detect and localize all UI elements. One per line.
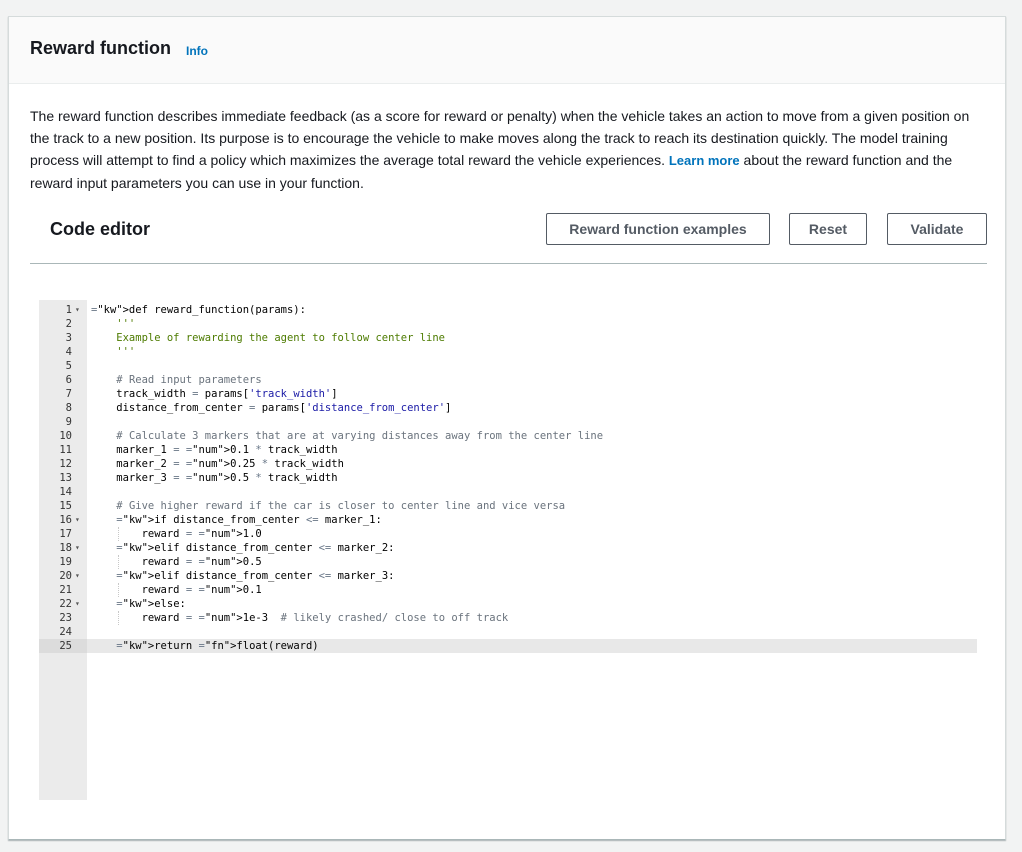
code-line[interactable]: 15 # Give higher reward if the car is cl… xyxy=(39,499,977,513)
code-line[interactable]: 7 track_width = params['track_width'] xyxy=(39,387,977,401)
line-number: 2 xyxy=(65,318,72,330)
line-number: 10 xyxy=(59,430,72,442)
code-line[interactable]: 5 xyxy=(39,359,977,373)
indent-guide xyxy=(118,555,119,569)
validate-button[interactable]: Validate xyxy=(887,213,987,245)
line-number: 13 xyxy=(59,472,72,484)
panel-header: Reward function Info xyxy=(9,17,1005,84)
line-number: 21 xyxy=(59,584,72,596)
code-text: # Read input parameters xyxy=(116,374,262,386)
code-text: reward = ="num">0.1 xyxy=(91,584,262,596)
code-text: reward = ="num">0.5 xyxy=(91,556,262,568)
line-number: 19 xyxy=(59,556,72,568)
code-text: track_width = params['track_width'] xyxy=(91,388,338,400)
line-number: 17 xyxy=(59,528,72,540)
panel-title: Reward function xyxy=(30,38,172,58)
code-line[interactable]: 14 xyxy=(39,485,977,499)
code-line[interactable]: 18 ▾ ="kw">elif distance_from_center <= m… xyxy=(39,541,977,555)
code-line[interactable]: 9 xyxy=(39,415,977,429)
code-text: ="kw">def reward_function(params): xyxy=(91,304,306,316)
indent-guide xyxy=(118,583,119,597)
code-line[interactable]: 8 distance_from_center = params['distanc… xyxy=(39,401,977,415)
reset-button[interactable]: Reset xyxy=(789,213,867,245)
code-line[interactable]: 21 reward = ="num">0.1 xyxy=(39,583,977,597)
learn-more-link[interactable]: Learn more xyxy=(669,153,740,168)
code-text: # Calculate 3 markers that are at varyin… xyxy=(116,430,604,442)
code-text: ''' xyxy=(91,346,136,358)
line-number: 25 xyxy=(39,639,87,653)
line-number: 20 xyxy=(59,570,72,582)
code-line[interactable]: 19 reward = ="num">0.5 xyxy=(39,555,977,569)
line-number: 12 xyxy=(59,458,72,470)
line-number: 8 xyxy=(65,402,72,414)
line-number: 23 xyxy=(59,612,72,624)
code-text: reward = ="num">1.0 xyxy=(91,528,262,540)
code-text: ="kw">else: xyxy=(116,598,186,610)
line-number: 11 xyxy=(59,444,72,456)
line-number: 5 xyxy=(65,360,72,372)
code-text: Example of rewarding the agent to follow… xyxy=(91,332,446,344)
line-number: 14 xyxy=(59,486,72,498)
reward-function-description: The reward function describes immediate … xyxy=(30,105,985,194)
fold-toggle-icon[interactable]: ▾ xyxy=(75,597,80,611)
line-number: 1 xyxy=(65,304,72,316)
code-text: marker_2 = ="num">0.25 * track_width xyxy=(91,458,344,470)
code-text: marker_1 = ="num">0.1 * track_width xyxy=(91,444,338,456)
code-line[interactable]: 3 Example of rewarding the agent to foll… xyxy=(39,331,977,345)
code-line[interactable]: 17 reward = ="num">1.0 xyxy=(39,527,977,541)
line-number: 24 xyxy=(59,626,72,638)
code-text: ="kw">elif distance_from_center <= marke… xyxy=(116,542,395,554)
indent-guide xyxy=(118,527,119,541)
line-number: 16 xyxy=(59,514,72,526)
code-text: ="kw">return ="fn">float(reward) xyxy=(116,640,319,652)
code-text: distance_from_center = params['distance_… xyxy=(91,402,452,414)
code-text: ="kw">elif distance_from_center <= marke… xyxy=(116,570,395,582)
fold-toggle-icon[interactable]: ▾ xyxy=(75,513,80,527)
info-link[interactable]: Info xyxy=(186,44,208,58)
code-editor-title: Code editor xyxy=(50,219,151,239)
reward-function-panel: Reward function Info The reward function… xyxy=(8,16,1006,840)
code-line[interactable]: 25 ="kw">return ="fn">float(reward) xyxy=(39,639,977,653)
code-line[interactable]: 12 marker_2 = ="num">0.25 * track_width xyxy=(39,457,977,471)
line-number: 18 xyxy=(59,542,72,554)
reward-function-examples-button[interactable]: Reward function examples xyxy=(546,213,770,245)
line-number: 7 xyxy=(65,388,72,400)
code-text: ''' xyxy=(91,318,136,330)
code-line[interactable]: 6 # Read input parameters xyxy=(39,373,977,387)
code-line[interactable]: 20 ▾ ="kw">elif distance_from_center <= m… xyxy=(39,569,977,583)
code-line[interactable]: 2 ''' xyxy=(39,317,977,331)
code-text: ="kw">if distance_from_center <= marker_… xyxy=(116,514,382,526)
divider xyxy=(30,263,987,264)
code-editor[interactable]: 1 ▾ ="kw">def reward_function(params): 2 ''… xyxy=(39,300,977,800)
line-number: 4 xyxy=(65,346,72,358)
code-line[interactable]: 16 ▾ ="kw">if distance_from_center <= mar… xyxy=(39,513,977,527)
line-number: 3 xyxy=(65,332,72,344)
line-number: 22 xyxy=(59,598,72,610)
code-line[interactable]: 24 xyxy=(39,625,977,639)
fold-toggle-icon[interactable]: ▾ xyxy=(75,541,80,555)
code-text: reward = ="num">1e-3 # likely crashed/ c… xyxy=(91,612,509,624)
code-line[interactable]: 4 ''' xyxy=(39,345,977,359)
code-line[interactable]: 13 marker_3 = ="num">0.5 * track_width xyxy=(39,471,977,485)
code-text: marker_3 = ="num">0.5 * track_width xyxy=(91,472,338,484)
indent-guide xyxy=(118,611,119,625)
code-line[interactable]: 23 reward = ="num">1e-3 # likely crashed… xyxy=(39,611,977,625)
line-number: 9 xyxy=(65,416,72,428)
fold-toggle-icon[interactable]: ▾ xyxy=(75,569,80,583)
code-line[interactable]: 11 marker_1 = ="num">0.1 * track_width xyxy=(39,443,977,457)
code-line[interactable]: 10 # Calculate 3 markers that are at var… xyxy=(39,429,977,443)
code-line[interactable]: 1 ▾ ="kw">def reward_function(params): xyxy=(39,303,977,317)
fold-toggle-icon[interactable]: ▾ xyxy=(75,303,80,317)
code-line[interactable]: 22 ▾ ="kw">else: xyxy=(39,597,977,611)
code-text: # Give higher reward if the car is close… xyxy=(116,500,566,512)
line-number: 6 xyxy=(65,374,72,386)
line-number: 15 xyxy=(59,500,72,512)
